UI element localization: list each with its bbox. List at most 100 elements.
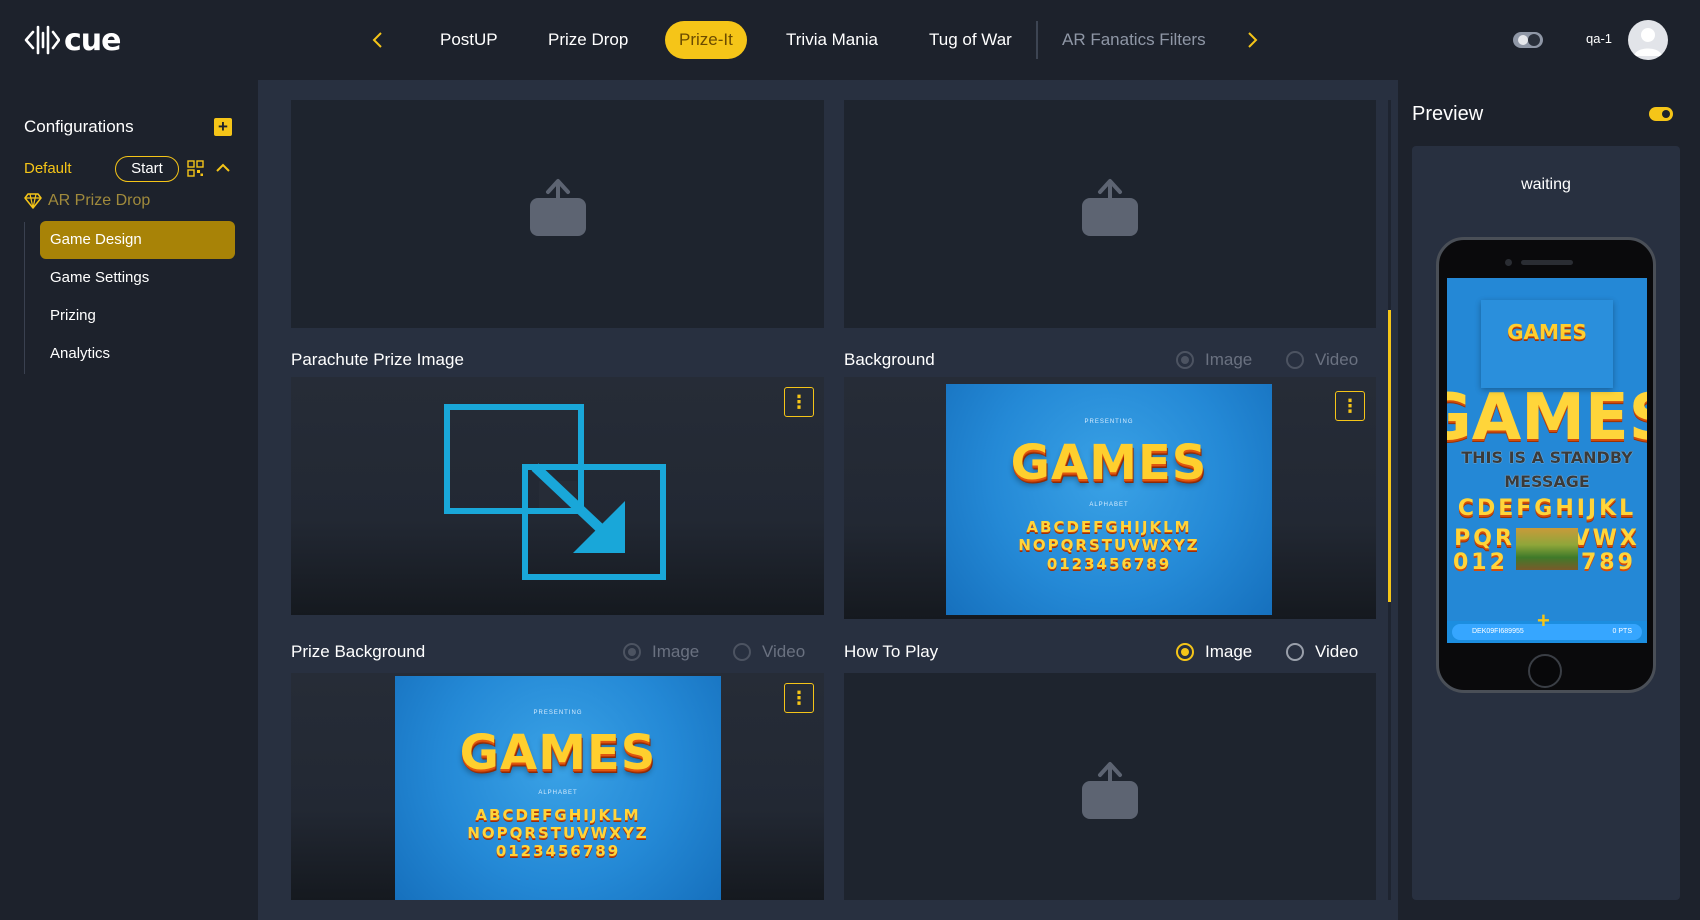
parachute-prize-image-label: Parachute Prize Image — [291, 350, 464, 369]
qr-code-icon[interactable] — [187, 160, 204, 177]
user-name[interactable]: qa-1 — [1586, 31, 1612, 46]
games-alpha-row-2: NOPQRSTUVWXYZ — [467, 823, 649, 842]
preview-status: waiting — [1521, 176, 1571, 193]
tab-trivia-mania[interactable]: Trivia Mania — [786, 21, 878, 59]
user-avatar-icon — [1634, 28, 1662, 56]
games-alphabet-label: ALPHABET — [1089, 501, 1129, 508]
games-alpha-row-3: 0123456789 — [495, 841, 621, 860]
dark-mode-toggle-icon — [1513, 32, 1543, 48]
chevron-left-icon — [372, 32, 382, 48]
radio-label: Image — [1205, 642, 1253, 661]
upload-icon — [1082, 179, 1138, 236]
background-menu-button[interactable]: ⋮ — [1335, 391, 1365, 421]
how-to-play-dropzone[interactable] — [844, 673, 1376, 900]
logo-text: cue — [64, 22, 121, 58]
app-logo[interactable]: cue — [24, 22, 121, 58]
screen-plus-icon: + — [1537, 608, 1550, 633]
theme-toggle[interactable] — [1512, 28, 1546, 52]
radio-dot — [1286, 643, 1304, 661]
radio-label: Video — [762, 642, 806, 661]
experience-item[interactable]: AR Prize Drop — [24, 192, 150, 210]
standby-message-line-1: THIS IS A STANDBY — [1461, 448, 1633, 467]
games-alpha-row-2: NOPQRSTUVWXYZ — [1018, 536, 1200, 555]
radio-dot — [733, 643, 751, 661]
experience-label: AR Prize Drop — [48, 192, 151, 209]
phone-speaker — [1521, 260, 1573, 265]
phone-mockup: GAMES GAMES CDEFGHIJKL THIS IS A STANDBY… — [1436, 237, 1656, 693]
radio-dot — [623, 643, 641, 661]
sidebar-item-game-design[interactable]: Game Design — [40, 221, 235, 259]
nav-next-arrow[interactable] — [1241, 28, 1265, 52]
prize-background-label: Prize Background — [291, 642, 426, 661]
upload-icon — [530, 179, 586, 236]
standby-message-line-2: MESSAGE — [1504, 472, 1590, 491]
sidebar-item-analytics[interactable]: Analytics — [40, 335, 235, 373]
games-alpha-row-1: ABCDEFGHIJKLM — [1026, 517, 1192, 536]
background-preview-image: PRESENTING GAMES ALPHABET ABCDEFGHIJKLM … — [946, 384, 1272, 615]
sidebar: Configurations + Default Start AR Prize … — [0, 80, 258, 920]
radio-label: Image — [652, 642, 700, 661]
tab-prize-it[interactable]: Prize-It — [665, 21, 747, 59]
collapse-chevron[interactable] — [215, 161, 231, 175]
radio-label: Image — [1205, 350, 1253, 369]
screen-card-title: GAMES — [1507, 320, 1587, 344]
games-title-text: GAMES — [1010, 434, 1208, 491]
prize-background-panel[interactable]: PRESENTING GAMES ALPHABET ABCDEFGHIJKLM … — [291, 673, 824, 900]
nav-divider — [1036, 21, 1038, 59]
screen-alpha-row-c2: 789 — [1581, 550, 1636, 575]
configuration-name[interactable]: Default — [24, 160, 72, 177]
radio-dot — [1286, 351, 1304, 369]
radio-label: Video — [1315, 642, 1359, 661]
nav-prev-arrow[interactable] — [365, 28, 389, 52]
background-label: Background — [844, 350, 935, 369]
chevron-up-icon — [216, 163, 230, 172]
sidebar-item-game-settings[interactable]: Game Settings — [40, 259, 235, 297]
tab-prize-drop[interactable]: Prize Drop — [548, 21, 628, 59]
games-title-text: GAMES — [459, 725, 657, 782]
background-video-radio[interactable]: Video — [1286, 350, 1358, 370]
how-to-play-video-radio[interactable]: Video — [1286, 642, 1358, 662]
prize-background-image-radio[interactable]: Image — [623, 642, 699, 662]
prize-background-menu-button[interactable]: ⋮ — [784, 683, 814, 713]
avatar[interactable] — [1628, 20, 1668, 60]
background-image-radio[interactable]: Image — [1176, 350, 1252, 370]
how-to-play-image-radio[interactable]: Image — [1176, 642, 1252, 662]
upload-dropzone-top-left[interactable] — [291, 100, 824, 328]
tree-line — [24, 222, 25, 374]
games-presenting-text: PRESENTING — [533, 709, 583, 716]
configurations-title: Configurations — [24, 117, 134, 136]
parachute-prize-image-panel[interactable]: ⋮ — [291, 377, 824, 615]
prize-background-video-radio[interactable]: Video — [733, 642, 805, 662]
games-presenting-text: PRESENTING — [1084, 418, 1134, 425]
games-alpha-row-3: 0123456789 — [1046, 554, 1172, 573]
diamond-icon — [24, 193, 42, 209]
tab-tug-of-war[interactable]: Tug of War — [929, 21, 1012, 59]
parachute-menu-button[interactable]: ⋮ — [784, 387, 814, 417]
start-button[interactable]: Start — [115, 156, 179, 182]
swap-image-icon — [444, 404, 666, 580]
games-alphabet-label: ALPHABET — [538, 790, 578, 797]
preview-title: Preview — [1412, 103, 1484, 125]
upload-dropzone-top-right[interactable] — [844, 100, 1376, 328]
background-image-panel[interactable]: PRESENTING GAMES ALPHABET ABCDEFGHIJKLM … — [844, 377, 1376, 619]
tab-postup[interactable]: PostUP — [440, 21, 498, 59]
preview-toggle[interactable] — [1649, 107, 1673, 121]
phone-camera — [1505, 259, 1512, 266]
screen-points: 0 PTS — [1612, 628, 1632, 635]
add-configuration-button[interactable]: + — [214, 118, 232, 136]
screen-background-title: GAMES — [1447, 381, 1647, 455]
screen-card-image: GAMES — [1481, 300, 1613, 388]
cue-logo-icon — [24, 25, 60, 55]
screen-prize-photo — [1516, 528, 1578, 570]
screen-device-id: DEK09FI689955 — [1472, 628, 1524, 635]
prize-background-preview-image: PRESENTING GAMES ALPHABET ABCDEFGHIJKLM … — [395, 676, 721, 900]
radio-dot — [1176, 643, 1194, 661]
tab-ar-fanatics-filters[interactable]: AR Fanatics Filters — [1062, 21, 1206, 59]
chevron-right-icon — [1248, 32, 1258, 48]
games-alpha-row-1: ABCDEFGHIJKLM — [475, 805, 641, 824]
top-bar: cue PostUP Prize Drop Prize-It Trivia Ma… — [0, 0, 1700, 80]
content-scrollbar-thumb[interactable] — [1388, 310, 1391, 602]
radio-dot — [1176, 351, 1194, 369]
sidebar-item-prizing[interactable]: Prizing — [40, 297, 235, 335]
radio-label: Video — [1315, 350, 1359, 369]
